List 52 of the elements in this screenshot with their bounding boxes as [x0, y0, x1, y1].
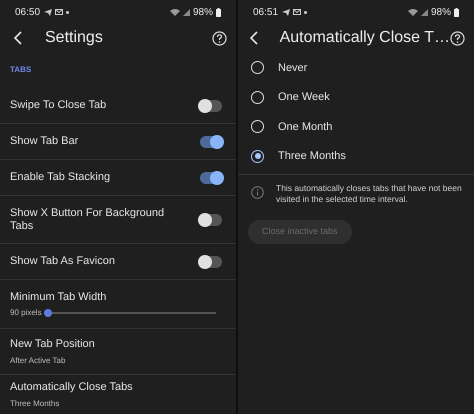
setting-label: Show Tab Bar	[10, 135, 80, 148]
battery-text: 98%	[430, 6, 451, 20]
screen-title: Automatically Close T…	[280, 28, 450, 48]
status-time: 06:50	[15, 6, 40, 20]
slider-thumb[interactable]	[44, 309, 52, 318]
send-icon	[44, 8, 52, 16]
setting-label: Automatically Close Tabs	[10, 380, 133, 396]
radio-option[interactable]: One Week	[238, 82, 474, 112]
info-icon	[251, 186, 264, 199]
back-icon	[14, 31, 22, 45]
setting-label: Enable Tab Stacking	[10, 171, 112, 184]
help-button[interactable]	[211, 30, 227, 46]
wifi-icon	[170, 8, 180, 16]
mail-icon	[55, 9, 64, 15]
battery-icon	[454, 8, 459, 16]
setting-label: New Tab Position	[10, 337, 95, 352]
radio-button[interactable]	[251, 120, 264, 134]
setting-label: Minimum Tab Width	[10, 290, 108, 305]
radio-option[interactable]: Three Months	[238, 142, 474, 171]
screen-title: Settings	[45, 28, 103, 48]
toggle-switch[interactable]	[200, 136, 222, 148]
toggle-switch[interactable]	[200, 172, 222, 184]
help-icon	[212, 30, 226, 46]
dot-icon	[66, 10, 70, 14]
mail-icon	[293, 9, 302, 15]
setting-label: Swipe To Close Tab	[10, 99, 108, 112]
setting-value: Three Months	[10, 398, 60, 410]
signal-icon	[182, 8, 190, 16]
radio-option[interactable]: One Month	[238, 112, 474, 142]
setting-value: 90 pixels	[10, 307, 42, 320]
radio-button[interactable]	[251, 90, 264, 104]
battery-icon	[216, 8, 221, 16]
dot-icon	[304, 10, 308, 14]
section-header: TABS	[10, 64, 32, 76]
wifi-icon	[408, 8, 418, 16]
radio-button[interactable]	[251, 150, 264, 163]
send-icon	[282, 8, 290, 16]
setting-label: Show X Button For Background Tabs	[10, 206, 166, 232]
status-time: 06:51	[253, 6, 278, 20]
toggle-switch[interactable]	[200, 214, 222, 226]
radio-option[interactable]: Never	[238, 53, 474, 82]
setting-value: After Active Tab	[10, 354, 66, 367]
info-text: This automatically closes tabs that have not been visited in the selected time interval.	[276, 183, 463, 205]
toggle-switch[interactable]	[200, 256, 222, 268]
signal-icon	[420, 8, 428, 16]
battery-text: 98%	[192, 6, 213, 20]
back-icon	[250, 31, 258, 45]
help-button[interactable]	[450, 30, 465, 46]
toggle-switch[interactable]	[200, 100, 222, 112]
help-icon	[450, 30, 465, 46]
radio-button[interactable]	[251, 61, 264, 74]
setting-label: Show Tab As Favicon	[10, 255, 116, 268]
